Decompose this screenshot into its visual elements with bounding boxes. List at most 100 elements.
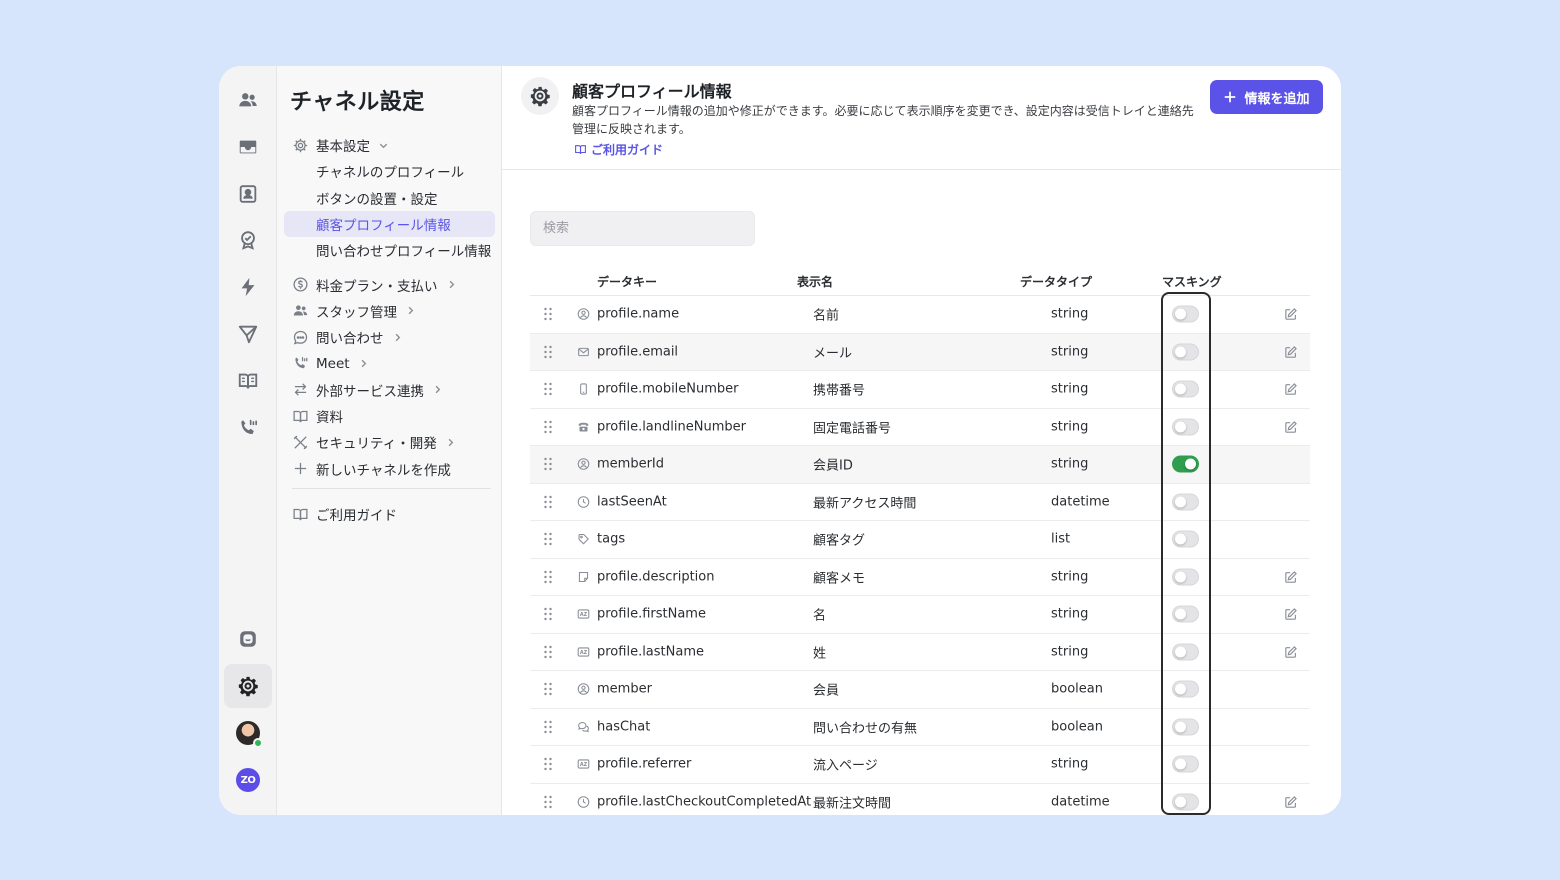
nav-button-setup[interactable]: ボタンの設置・設定 [284,185,495,211]
data-type-cell: string [1051,344,1089,360]
open-book-icon[interactable] [224,359,272,403]
masking-toggle[interactable] [1172,493,1199,511]
edit-icon[interactable] [1284,570,1298,584]
svg-text:AZ: AZ [580,762,588,768]
display-name-cell: 最新注文時間 [813,796,892,812]
masking-toggle[interactable] [1172,418,1199,436]
masking-toggle[interactable] [1172,643,1199,661]
table-row[interactable]: hasChat 問い合わせの有無 boolean [530,709,1310,746]
phone-call-icon[interactable] [224,406,272,450]
masking-toggle[interactable] [1172,380,1199,398]
table-row[interactable]: AZ profile.firstName 名 string [530,596,1310,634]
channel-logo-icon[interactable] [224,617,272,661]
team-chat-icon[interactable] [224,78,272,122]
drag-handle-icon[interactable] [543,607,553,621]
display-name-cell: 最新アクセス時間 [813,496,917,512]
search-input[interactable] [530,211,755,246]
display-name-cell: 顧客タグ [813,533,866,549]
nav-security[interactable]: セキュリティ・開発 [284,429,495,455]
workspace-zo-icon[interactable]: ZO [224,758,272,802]
column-masking[interactable]: マスキング [1162,273,1222,290]
drag-handle-icon[interactable] [543,795,553,809]
nav-inquiry-profile[interactable]: 問い合わせプロフィール情報 [284,237,495,263]
edit-icon[interactable] [1284,645,1298,659]
nav-integrations-label: 外部サービス連携 [316,383,424,400]
chevron-right-icon [405,305,416,316]
page-description: 顧客プロフィール情報の追加や修正ができます。必要に応じて表示順序を変更でき、設定… [572,104,1194,136]
drag-handle-icon[interactable] [543,345,553,359]
table-row[interactable]: tags 顧客タグ list [530,521,1310,559]
tools-icon [291,433,309,451]
table-row[interactable]: lastSeenAt 最新アクセス時間 datetime [530,484,1310,521]
masking-toggle[interactable] [1172,343,1199,361]
table-row[interactable]: member 会員 boolean [530,671,1310,709]
edit-icon[interactable] [1284,307,1298,321]
edit-icon[interactable] [1284,420,1298,434]
lightning-icon[interactable] [224,265,272,309]
nav-guide[interactable]: ご利用ガイド [284,501,495,527]
masking-toggle[interactable] [1172,568,1199,586]
column-data-key[interactable]: データキー [597,273,657,290]
data-key-cell: tags [597,531,626,547]
edit-icon[interactable] [1284,345,1298,359]
table-row[interactable]: profile.name 名前 string [530,296,1310,334]
drag-handle-icon[interactable] [543,570,553,584]
column-display-name[interactable]: 表示名 [797,273,833,290]
guide-link[interactable]: ご利用ガイド [574,141,663,158]
drag-handle-icon[interactable] [543,532,553,546]
column-data-type[interactable]: データタイプ [1020,273,1092,290]
masking-toggle[interactable] [1172,455,1199,473]
drag-handle-icon[interactable] [543,382,553,396]
masking-toggle[interactable] [1172,755,1199,773]
user-avatar[interactable] [224,711,272,755]
table-row[interactable]: memberId 会員ID string [530,446,1310,484]
nav-button-setup-label: ボタンの設置・設定 [316,191,438,208]
edit-icon[interactable] [1284,607,1298,621]
table-header: データキー 表示名 データタイプ マスキング [530,270,1310,296]
masking-toggle[interactable] [1172,718,1199,736]
table-row[interactable]: profile.description 顧客メモ string [530,559,1310,596]
nav-billing[interactable]: 料金プラン・支払い [284,271,495,297]
table-row[interactable]: profile.email メール string [530,333,1310,371]
drag-handle-icon[interactable] [543,420,553,434]
drag-handle-icon[interactable] [543,757,553,771]
nav-documents[interactable]: 資料 [284,403,495,429]
drag-handle-icon[interactable] [543,682,553,696]
masking-toggle[interactable] [1172,680,1199,698]
badge-check-icon[interactable] [224,218,272,262]
drag-handle-icon[interactable] [543,720,553,734]
nav-basic-settings[interactable]: 基本設定 [284,132,495,158]
table-row[interactable]: AZ profile.referrer 流入ページ string [530,746,1310,784]
nav-new-channel[interactable]: 新しいチャネルを作成 [284,456,495,482]
table-row[interactable]: AZ profile.lastName 姓 string [530,634,1310,671]
send-icon[interactable] [224,312,272,356]
masking-toggle[interactable] [1172,305,1199,323]
table-row[interactable]: profile.mobileNumber 携帯番号 string [530,371,1310,409]
nav-meet[interactable]: Meet [284,350,495,376]
data-type-cell: string [1051,644,1089,660]
nav-inquiries[interactable]: 問い合わせ [284,324,495,350]
masking-toggle[interactable] [1172,530,1199,548]
drag-handle-icon[interactable] [543,645,553,659]
nav-integrations[interactable]: 外部サービス連携 [284,377,495,403]
table-row[interactable]: profile.lastCheckoutCompletedAt 最新注文時間 dat… [530,784,1310,816]
display-name-cell: 顧客メモ [813,571,866,587]
contacts-icon[interactable] [224,172,272,216]
masking-toggle[interactable] [1172,605,1199,623]
data-type-cell: list [1051,531,1071,547]
masking-toggle[interactable] [1172,793,1199,811]
drag-handle-icon[interactable] [543,307,553,321]
table-row[interactable]: profile.landlineNumber 固定電話番号 string [530,409,1310,446]
inbox-icon[interactable] [224,125,272,169]
display-name-cell: 名前 [813,308,840,324]
edit-icon[interactable] [1284,795,1298,809]
drag-handle-icon[interactable] [543,495,553,509]
nav-customer-profile[interactable]: 顧客プロフィール情報 [284,210,495,238]
drag-handle-icon[interactable] [543,457,553,471]
edit-icon[interactable] [1284,382,1298,396]
nav-channel-profile[interactable]: チャネルのプロフィール [284,158,495,184]
add-info-button[interactable]: 情報を追加 [1210,80,1323,114]
nav-staff[interactable]: スタッフ管理 [284,298,495,324]
settings-gear-icon[interactable] [224,664,272,708]
chevron-right-icon [358,358,369,369]
